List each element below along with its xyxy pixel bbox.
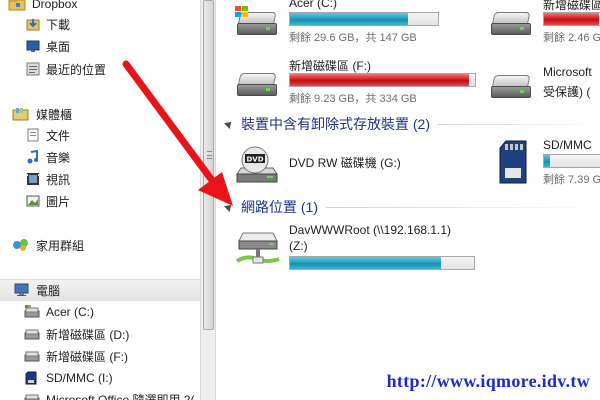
homegroup-icon <box>12 238 30 252</box>
system-drive-icon <box>235 6 279 40</box>
drive-usage-bar <box>289 12 439 26</box>
drive-usage-bar <box>543 12 600 26</box>
downloads-icon <box>26 17 40 31</box>
nav-item-desktop[interactable]: 桌面 <box>26 36 70 56</box>
sd-card-icon <box>499 140 529 184</box>
nav-item-documents[interactable]: 文件 <box>26 125 70 145</box>
videos-icon <box>26 172 40 186</box>
nav-item-label: 新增磁碟區 (F:) <box>46 349 128 364</box>
desktop-icon <box>26 39 40 53</box>
drive-usage-bar <box>289 73 476 87</box>
nav-item-label: 下載 <box>46 17 71 32</box>
nav-item-label: Microsoft Office 隨選即用 2( <box>46 392 195 400</box>
nav-item-label: 家用群組 <box>36 238 85 253</box>
drive-free-space: 剩餘 9.23 GB，共 334 GB <box>289 93 417 105</box>
system-drive-icon <box>24 305 40 319</box>
drive-subtitle: 受保護) ( <box>543 85 591 99</box>
drive-icon <box>235 67 279 101</box>
drive-icon <box>489 69 533 103</box>
drive-usage-bar <box>289 256 475 270</box>
dvd-drive-icon: DVD <box>235 146 279 186</box>
nav-item-label: 文件 <box>46 128 71 143</box>
usage-fill <box>290 74 470 86</box>
group-divider <box>438 123 600 125</box>
nav-item-videos[interactable]: 視訊 <box>26 169 70 189</box>
drive-tile-dvd[interactable]: DVD DVD RW 磁碟機 (G:) <box>235 146 475 190</box>
computer-icon <box>12 283 30 297</box>
drive-usage-bar <box>543 154 600 168</box>
drive-icon <box>24 392 40 400</box>
content-pane: Acer (C:) 剩餘 29.6 GB，共 147 GB 新增磁碟區 剩餘 2… <box>217 0 600 400</box>
network-drive-icon <box>235 229 281 269</box>
collapse-triangle-icon[interactable] <box>224 119 234 129</box>
group-header-removable[interactable]: 裝置中含有卸除式存放裝置 (2) <box>224 114 600 134</box>
nav-item-office-drive[interactable]: Microsoft Office 隨選即用 2( <box>24 389 194 400</box>
usage-fill <box>290 257 441 269</box>
drive-tile-c[interactable]: Acer (C:) 剩餘 29.6 GB，共 147 GB <box>235 0 475 44</box>
nav-item-label: 新增磁碟區 (D:) <box>46 327 130 342</box>
nav-item-libraries[interactable]: 媒體櫃 <box>12 104 72 124</box>
nav-item-drive-f[interactable]: 新增磁碟區 (F:) <box>24 346 128 366</box>
nav-item-drive-c[interactable]: Acer (C:) <box>24 302 94 322</box>
collapse-triangle-icon[interactable] <box>224 202 234 212</box>
nav-item-recent-places[interactable]: 最近的位置 <box>26 59 106 79</box>
drive-name: Acer (C:) <box>289 0 337 10</box>
drive-name: 新增磁碟區 (F:) <box>289 59 371 73</box>
drive-name: Microsoft <box>543 65 592 79</box>
drive-name: DVD RW 磁碟機 (G:) <box>289 156 401 170</box>
navigation-scrollbar[interactable] <box>200 0 216 400</box>
scrollbar-thumb[interactable] <box>203 0 214 330</box>
drive-icon <box>489 6 533 40</box>
nav-item-label: 視訊 <box>46 172 71 187</box>
drive-name: SD/MMC <box>543 138 592 152</box>
nav-item-label: Acer (C:) <box>46 305 94 319</box>
drive-icon <box>24 349 40 363</box>
nav-item-drive-d[interactable]: 新增磁碟區 (D:) <box>24 324 129 344</box>
nav-item-label: 電腦 <box>36 283 61 298</box>
drive-name: DavWWWRoot (\\192.168.1.1) <box>289 223 452 237</box>
nav-item-music[interactable]: 音樂 <box>26 147 70 167</box>
group-header-label: 網路位置 (1) <box>241 199 318 215</box>
navigation-pane: Dropbox 下載 桌面 最近的位置 媒體櫃 文件 音樂 視訊 圖片 家用群組… <box>0 0 200 400</box>
group-header-label: 裝置中含有卸除式存放裝置 (2) <box>241 116 430 132</box>
drive-tile-microsoft[interactable]: Microsoft 受保護) ( <box>489 65 600 105</box>
music-icon <box>26 149 40 164</box>
nav-item-label: 媒體櫃 <box>36 107 73 122</box>
group-divider <box>326 206 600 208</box>
drive-free-space: 剩餘 2.46 G <box>543 32 600 44</box>
nav-item-sd-card[interactable]: SD/MMC (I:) <box>24 368 113 388</box>
dropbox-folder-icon <box>8 0 26 11</box>
svg-text:DVD: DVD <box>246 156 263 164</box>
sd-card-icon <box>24 371 40 385</box>
usage-fill <box>544 13 600 25</box>
nav-item-label: SD/MMC (I:) <box>46 371 113 385</box>
nav-item-computer[interactable]: 電腦 <box>0 279 200 301</box>
usage-fill <box>290 13 409 25</box>
drive-icon <box>24 327 40 341</box>
drive-tile-network[interactable]: DavWWWRoot (\\192.168.1.1) (Z:) <box>235 223 495 273</box>
drive-letter: (Z:) <box>289 239 308 253</box>
nav-item-label: 桌面 <box>46 39 71 54</box>
scrollbar-grip-icon <box>207 151 212 159</box>
libraries-icon <box>12 107 30 121</box>
nav-item-pictures[interactable]: 圖片 <box>26 191 70 211</box>
nav-item-downloads[interactable]: 下載 <box>26 14 70 34</box>
watermark: http://www.iqmore.idv.tw <box>386 371 590 391</box>
pictures-icon <box>26 194 40 208</box>
documents-icon <box>26 128 40 142</box>
drive-tile-partial-1[interactable]: 新增磁碟區 剩餘 2.46 G <box>489 0 600 44</box>
nav-item-dropbox[interactable]: Dropbox <box>8 0 77 14</box>
nav-item-label: 音樂 <box>46 150 71 165</box>
drive-free-space: 剩餘 29.6 GB，共 147 GB <box>289 32 417 44</box>
drive-free-space: 剩餘 7.39 G <box>543 174 600 186</box>
nav-item-homegroup[interactable]: 家用群組 <box>12 235 84 255</box>
nav-item-label: 圖片 <box>46 194 71 209</box>
nav-item-label: 最近的位置 <box>46 62 107 77</box>
drive-tile-sd[interactable]: SD/MMC 剩餘 7.39 G <box>499 138 600 190</box>
nav-item-label: Dropbox <box>32 0 78 11</box>
drive-tile-f[interactable]: 新增磁碟區 (F:) 剩餘 9.23 GB，共 334 GB <box>235 57 476 105</box>
usage-fill <box>544 155 550 167</box>
recent-places-icon <box>26 62 40 76</box>
group-header-network[interactable]: 網路位置 (1) <box>224 197 600 217</box>
